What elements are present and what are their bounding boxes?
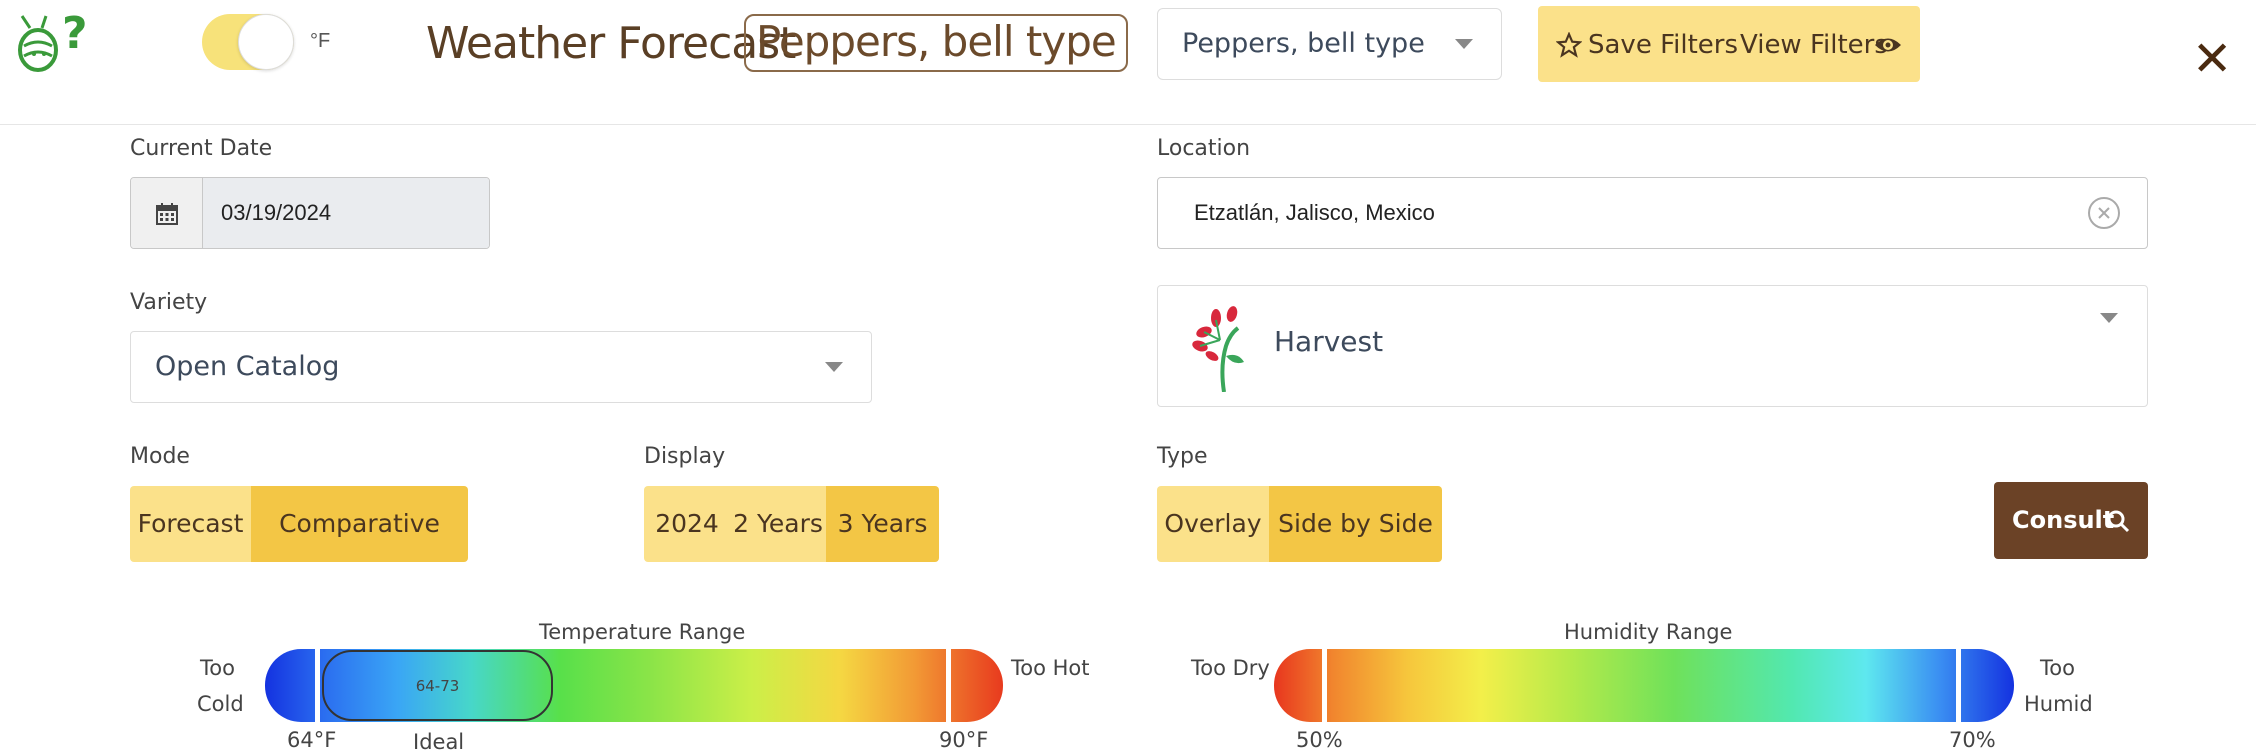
filters-button-group: Save Filters View Filters xyxy=(1538,6,1920,82)
type-overlay-button[interactable]: Overlay xyxy=(1157,486,1269,562)
display-2-years-button[interactable]: 2 Years xyxy=(730,486,826,562)
humidity-low-marker xyxy=(1322,649,1327,722)
too-cold-label-line1: Too xyxy=(200,656,235,680)
humidity-range-bar xyxy=(1274,649,2014,722)
current-date-label: Current Date xyxy=(130,136,273,161)
type-side-by-side-button[interactable]: Side by Side xyxy=(1269,486,1442,562)
humidity-high-value: 70% xyxy=(1949,728,1996,752)
date-picker[interactable]: 03/19/2024 xyxy=(130,177,490,249)
ideal-label: Ideal xyxy=(413,730,465,753)
search-icon xyxy=(2107,510,2130,533)
mode-comparative-button[interactable]: Comparative xyxy=(251,486,468,562)
eye-icon xyxy=(1875,38,1901,52)
humidity-low-value: 50% xyxy=(1296,728,1343,752)
temperature-high-marker xyxy=(946,649,951,722)
humidity-high-marker xyxy=(1956,649,1961,722)
temperature-low-value: 64°F xyxy=(287,728,337,752)
humidity-range-title: Humidity Range xyxy=(1564,620,1733,644)
too-dry-label: Too Dry xyxy=(1191,656,1270,680)
chevron-down-icon xyxy=(825,362,843,372)
display-2024-button[interactable]: 2024 xyxy=(644,486,730,562)
logo-icon[interactable]: ? xyxy=(12,8,92,78)
temperature-low-marker xyxy=(315,649,320,722)
mode-label: Mode xyxy=(130,444,190,469)
view-filters-button[interactable]: View Filters xyxy=(1740,30,1888,60)
too-hot-label: Too Hot xyxy=(1011,656,1090,680)
display-label: Display xyxy=(644,444,726,469)
location-input[interactable]: Etzatlán, Jalisco, Mexico xyxy=(1157,177,2148,249)
ideal-range-box: 64-73 xyxy=(322,650,553,721)
crop-select[interactable]: Peppers, bell type xyxy=(1157,8,1502,80)
too-humid-label-line1: Too xyxy=(2040,656,2075,680)
unit-toggle-knob[interactable] xyxy=(238,14,294,70)
current-date-input[interactable]: 03/19/2024 xyxy=(203,178,489,248)
too-humid-label-line2: Humid xyxy=(2024,692,2093,716)
stage-label: Harvest xyxy=(1274,325,1384,358)
save-filters-button[interactable]: Save Filters xyxy=(1588,30,1738,60)
harvest-plant-icon xyxy=(1190,306,1260,393)
clear-icon[interactable] xyxy=(2088,197,2120,229)
variety-label: Variety xyxy=(130,290,208,315)
star-icon xyxy=(1556,32,1582,58)
consult-button[interactable]: Consult xyxy=(1994,482,2148,559)
close-icon[interactable]: ✕ xyxy=(2192,36,2232,84)
type-label: Type xyxy=(1157,444,1208,469)
location-label: Location xyxy=(1157,136,1251,161)
mode-forecast-button[interactable]: Forecast xyxy=(130,486,251,562)
temperature-high-value: 90°F xyxy=(939,728,989,752)
too-cold-label-line2: Cold xyxy=(197,692,244,716)
calendar-icon[interactable] xyxy=(131,178,203,248)
variety-select[interactable]: Open Catalog xyxy=(130,331,872,403)
display-3-years-button[interactable]: 3 Years xyxy=(826,486,939,562)
title-crop-badge: Peppers, bell type xyxy=(744,14,1128,72)
temperature-range-title: Temperature Range xyxy=(539,620,746,644)
svg-text:?: ? xyxy=(62,8,88,59)
page-title: Weather Forecast xyxy=(426,18,796,69)
unit-label: °F xyxy=(310,30,331,52)
chevron-down-icon xyxy=(1455,39,1473,49)
chevron-down-icon xyxy=(2100,313,2118,323)
consult-label: Consult xyxy=(2012,506,2115,534)
